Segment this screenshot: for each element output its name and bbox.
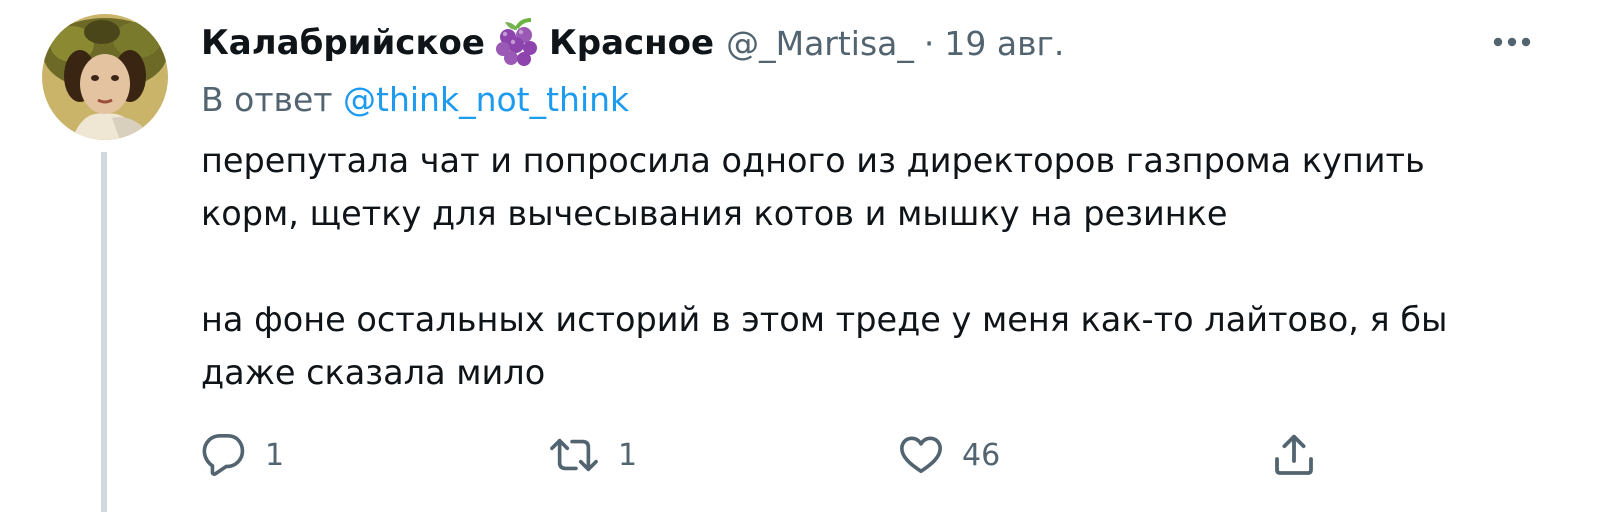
grapes-icon <box>491 18 543 68</box>
retweet-button[interactable]: 1 <box>548 425 637 485</box>
heart-icon <box>900 436 942 474</box>
reply-button[interactable]: 1 <box>201 425 284 485</box>
reply-icon <box>202 434 245 476</box>
share-icon <box>1275 434 1313 475</box>
action-bar: 1 1 46 <box>0 425 1600 485</box>
reply-mention-link[interactable]: @think_not_think <box>343 80 629 119</box>
more-button[interactable] <box>1484 22 1540 62</box>
like-count: 46 <box>962 437 1001 473</box>
reply-count: 1 <box>265 437 285 473</box>
header-separator: · <box>923 23 935 63</box>
replying-to: В ответ @think_not_think <box>201 80 629 119</box>
tweet-text-line: корм, щетку для вычесывания котов и мышк… <box>201 194 1228 233</box>
tweet-text-line: на фоне остальных историй в этом треде у… <box>201 300 1448 339</box>
like-button[interactable]: 46 <box>898 425 1000 485</box>
share-button[interactable] <box>1270 425 1318 485</box>
retweet-icon <box>550 438 598 472</box>
reply-prefix: В ответ <box>201 80 333 119</box>
tweet-text: перепутала чат и попросила одного из дир… <box>201 134 1491 399</box>
tweet-text-line: даже сказала мило <box>201 353 546 392</box>
avatar-image <box>42 14 168 140</box>
more-icon <box>1493 37 1531 47</box>
tweet-text-line: перепутала чат и попросила одного из дир… <box>201 141 1425 180</box>
display-name-part2[interactable]: Красное <box>549 23 714 63</box>
avatar[interactable] <box>42 14 168 140</box>
tweet-header: Калабрийское Красное @_Martisa_ · 19 авг… <box>201 18 1064 68</box>
tweet-date[interactable]: 19 авг. <box>944 24 1064 63</box>
display-name-part1[interactable]: Калабрийское <box>201 23 485 63</box>
retweet-count: 1 <box>618 437 638 473</box>
user-handle[interactable]: @_Martisa_ <box>726 24 914 63</box>
